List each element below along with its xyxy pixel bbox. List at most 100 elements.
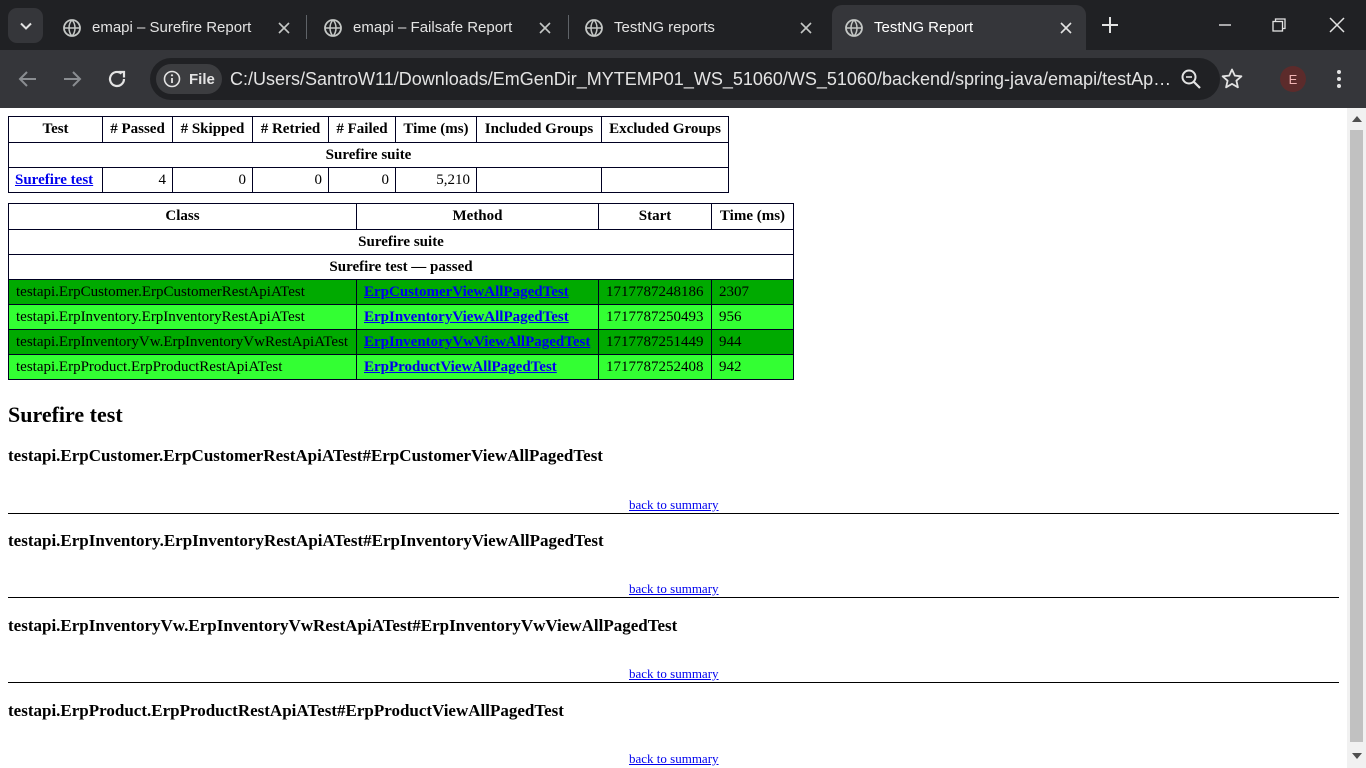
method-cell: ErpInventoryViewAllPagedTest (356, 304, 599, 330)
tab-title: TestNG reports (614, 19, 715, 36)
tab-separator (568, 15, 569, 39)
header-retried: # Retried (252, 116, 329, 143)
methods-test-status-row: Surefire test — passed (8, 254, 794, 280)
methods-header-row: Class Method Start Time (ms) (8, 203, 794, 230)
start-cell: 1717787251449 (598, 329, 712, 355)
vertical-scrollbar[interactable] (1347, 108, 1366, 768)
time-cell: 956 (711, 304, 794, 330)
header-time: Time (ms) (395, 116, 477, 143)
tab-surefire-report[interactable]: emapi – Surefire Report (50, 5, 304, 50)
close-icon[interactable] (274, 18, 294, 38)
time-cell: 2307 (711, 279, 794, 305)
header-passed: # Passed (102, 116, 173, 143)
total-time: 5,210 (395, 167, 477, 193)
back-to-summary-link[interactable]: back to summary (629, 582, 719, 596)
info-icon (163, 70, 181, 88)
header-skipped: # Skipped (172, 116, 253, 143)
method-detail-heading: testapi.ErpCustomer.ErpCustomerRestApiAT… (8, 446, 603, 465)
header-time: Time (ms) (711, 203, 794, 230)
failed-count: 0 (328, 167, 396, 193)
method-detail-heading: testapi.ErpInventory.ErpInventoryRestApi… (8, 531, 604, 550)
close-icon[interactable] (796, 18, 816, 38)
header-test: Test (8, 116, 103, 143)
close-icon[interactable] (535, 18, 555, 38)
back-to-summary-link[interactable]: back to summary (629, 667, 719, 681)
tab-title: emapi – Surefire Report (92, 19, 252, 36)
close-icon (1329, 17, 1345, 33)
profile-avatar[interactable]: E (1280, 66, 1306, 92)
table-row: testapi.ErpCustomer.ErpCustomerRestApiAT… (8, 279, 794, 305)
zoom-icon[interactable] (1180, 68, 1202, 90)
restore-icon (1272, 18, 1286, 32)
tab-title: emapi – Failsafe Report (353, 19, 513, 36)
browser-toolbar: File C:/Users/SantroW11/Downloads/EmGenD… (0, 50, 1366, 108)
scroll-up-arrow-icon[interactable] (1352, 116, 1362, 122)
minimize-icon (1219, 24, 1231, 26)
class-cell: testapi.ErpCustomer.ErpCustomerRestApiAT… (8, 279, 357, 305)
divider (8, 597, 1339, 598)
minimize-button[interactable] (1196, 0, 1254, 50)
excluded-groups (601, 167, 729, 193)
passed-count: 4 (102, 167, 173, 193)
divider (8, 682, 1339, 683)
bookmark-star-icon[interactable] (1220, 67, 1244, 91)
page-viewport: Test # Passed # Skipped # Retried # Fail… (0, 108, 1347, 768)
header-method: Method (356, 203, 599, 230)
class-cell: testapi.ErpInventoryVw.ErpInventoryVwRes… (8, 329, 357, 355)
suite-name: Surefire suite (8, 142, 729, 168)
globe-icon (324, 18, 342, 37)
method-detail-heading: testapi.ErpProduct.ErpProductRestApiATes… (8, 701, 564, 720)
close-icon[interactable] (1056, 18, 1076, 38)
surefire-test-link[interactable]: Surefire test (15, 172, 93, 188)
method-link[interactable]: ErpInventoryVwViewAllPagedTest (364, 334, 590, 350)
table-row: testapi.ErpInventory.ErpInventoryRestApi… (8, 304, 794, 330)
back-arrow-icon[interactable] (16, 67, 40, 91)
method-cell: ErpInventoryVwViewAllPagedTest (356, 329, 599, 355)
scrollbar-thumb[interactable] (1350, 130, 1363, 742)
summary-suite-row: Surefire suite (8, 142, 729, 168)
start-cell: 1717787248186 (598, 279, 712, 305)
class-cell: testapi.ErpInventory.ErpInventoryRestApi… (8, 304, 357, 330)
header-failed: # Failed (328, 116, 396, 143)
method-cell: ErpCustomerViewAllPagedTest (356, 279, 599, 305)
time-cell: 942 (711, 354, 794, 380)
new-tab-plus-icon[interactable] (1098, 13, 1122, 37)
tab-testng-reports[interactable]: TestNG reports (572, 5, 826, 50)
summary-table: Test # Passed # Skipped # Retried # Fail… (8, 116, 729, 193)
start-cell: 1717787250493 (598, 304, 712, 330)
suite-name: Surefire suite (8, 229, 794, 255)
address-bar[interactable]: File C:/Users/SantroW11/Downloads/EmGenD… (150, 58, 1220, 100)
tab-failsafe-report[interactable]: emapi – Failsafe Report (311, 5, 565, 50)
table-row: testapi.ErpInventoryVw.ErpInventoryVwRes… (8, 329, 794, 355)
retried-count: 0 (252, 167, 329, 193)
class-cell: testapi.ErpProduct.ErpProductRestApiATes… (8, 354, 357, 380)
methods-table: Class Method Start Time (ms) Surefire su… (8, 203, 794, 380)
skipped-count: 0 (172, 167, 253, 193)
globe-icon (63, 18, 81, 37)
forward-arrow-icon[interactable] (60, 67, 84, 91)
method-detail-heading: testapi.ErpInventoryVw.ErpInventoryVwRes… (8, 616, 678, 635)
tab-testng-report-active[interactable]: TestNG Report (832, 5, 1086, 50)
tab-separator (306, 15, 307, 39)
method-cell: ErpProductViewAllPagedTest (356, 354, 599, 380)
more-menu-icon[interactable] (1328, 67, 1350, 91)
back-to-summary-link[interactable]: back to summary (629, 498, 719, 512)
restore-button[interactable] (1250, 0, 1308, 50)
method-link[interactable]: ErpProductViewAllPagedTest (364, 359, 557, 375)
method-link[interactable]: ErpInventoryViewAllPagedTest (364, 309, 569, 325)
method-link[interactable]: ErpCustomerViewAllPagedTest (364, 284, 569, 300)
time-cell: 944 (711, 329, 794, 355)
globe-icon (585, 18, 603, 37)
header-included-groups: Included Groups (476, 116, 602, 143)
scroll-down-arrow-icon[interactable] (1352, 753, 1362, 759)
tab-title: TestNG Report (874, 19, 974, 36)
site-info-chip[interactable]: File (156, 64, 222, 94)
back-to-summary-link[interactable]: back to summary (629, 752, 719, 766)
summary-data-row: Surefire test 4 0 0 0 5,210 (8, 167, 729, 193)
close-window-button[interactable] (1308, 0, 1366, 50)
start-cell: 1717787252408 (598, 354, 712, 380)
tab-search-button[interactable] (8, 8, 43, 43)
chip-label: File (189, 70, 215, 88)
reload-icon[interactable] (105, 67, 129, 91)
url-text[interactable]: C:/Users/SantroW11/Downloads/EmGenDir_MY… (230, 69, 1175, 89)
